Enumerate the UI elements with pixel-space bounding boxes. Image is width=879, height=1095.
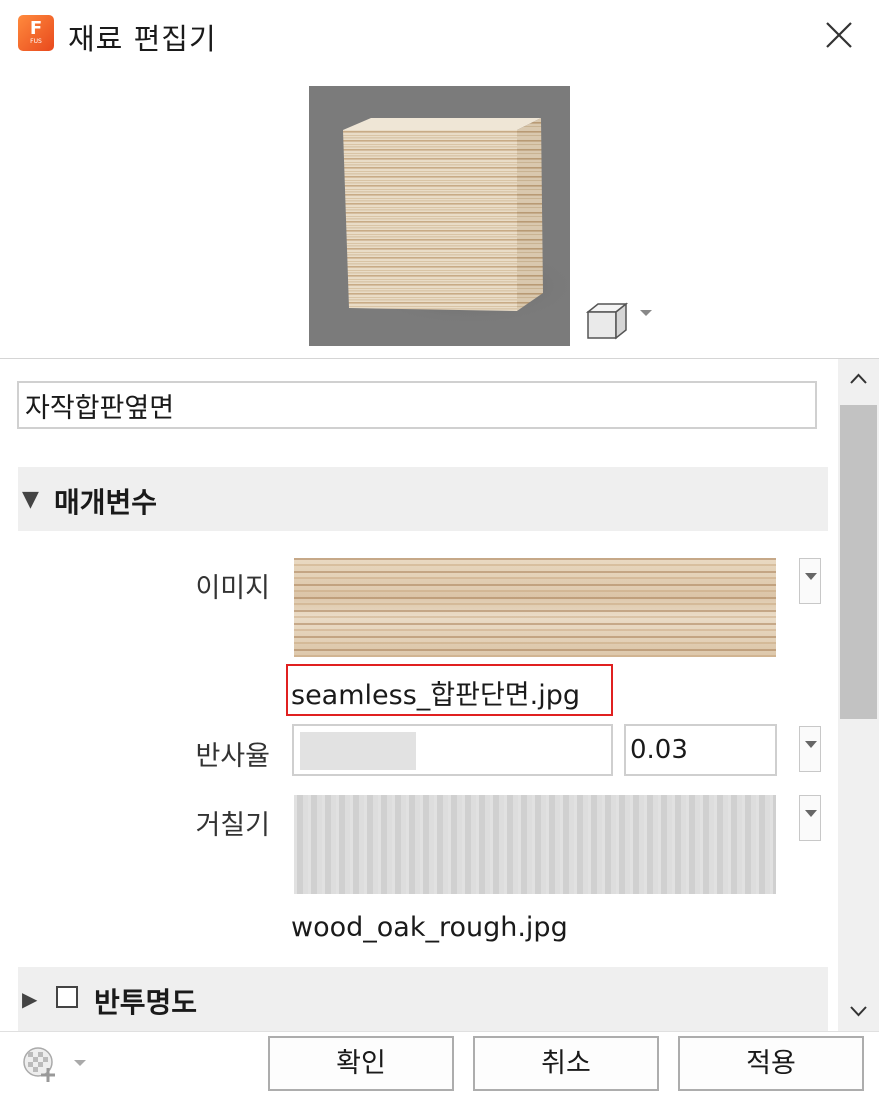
scroll-down-button[interactable] <box>838 991 879 1031</box>
roughness-texture-swatch[interactable] <box>294 795 776 894</box>
fusion-app-icon: F FUS <box>18 15 54 51</box>
chevron-down-icon <box>850 1006 867 1017</box>
close-button[interactable] <box>818 14 860 56</box>
material-library-button[interactable] <box>18 1042 98 1086</box>
expanded-triangle-icon: ▼ <box>22 487 39 512</box>
section-parameters[interactable]: ▼ 매개변수 <box>18 467 828 531</box>
ok-button[interactable]: 확인 <box>268 1036 454 1091</box>
close-icon <box>826 22 852 48</box>
properties-panel: ▼ 매개변수 이미지 seamless_합판단면.jpg 반사율 거칠기 woo… <box>0 359 838 1031</box>
cube-preview-render <box>343 118 570 326</box>
scrollbar-thumb[interactable] <box>840 405 877 719</box>
reflectance-slider[interactable] <box>292 724 613 776</box>
image-filename: seamless_합판단면.jpg <box>291 680 580 711</box>
image-label: 이미지 <box>195 573 270 604</box>
roughness-label: 거칠기 <box>195 810 270 841</box>
image-texture-swatch[interactable] <box>294 558 776 657</box>
material-preview <box>309 86 570 346</box>
cube-shape-icon <box>585 302 652 340</box>
section-transparency[interactable]: ▶ 반투명도 <box>18 967 828 1031</box>
chevron-up-icon <box>850 373 867 384</box>
title-bar: F FUS 재료 편집기 <box>0 0 879 72</box>
window-title: 재료 편집기 <box>68 22 217 56</box>
scroll-up-button[interactable] <box>838 359 879 399</box>
material-library-add-icon <box>23 1047 86 1082</box>
transparency-checkbox[interactable] <box>56 986 78 1008</box>
image-dropdown-button[interactable] <box>799 558 821 604</box>
preview-shape-button[interactable] <box>584 292 656 340</box>
apply-button[interactable]: 적용 <box>678 1036 864 1091</box>
roughness-filename: wood_oak_rough.jpg <box>291 912 568 943</box>
vertical-scrollbar[interactable] <box>838 359 879 1031</box>
material-name-input[interactable] <box>17 381 817 429</box>
roughness-dropdown-button[interactable] <box>799 795 821 841</box>
dropdown-arrow-icon <box>805 741 817 748</box>
reflectance-slider-fill <box>300 732 416 770</box>
reflectance-dropdown-button[interactable] <box>799 726 821 772</box>
cancel-button[interactable]: 취소 <box>473 1036 659 1091</box>
dialog-footer: 확인 취소 적용 <box>0 1031 879 1095</box>
dropdown-arrow-icon <box>805 573 817 580</box>
dropdown-arrow-icon <box>805 810 817 817</box>
collapsed-triangle-icon: ▶ <box>22 987 38 1011</box>
reflectance-value-input[interactable] <box>624 724 777 776</box>
reflectance-label: 반사율 <box>195 741 270 772</box>
